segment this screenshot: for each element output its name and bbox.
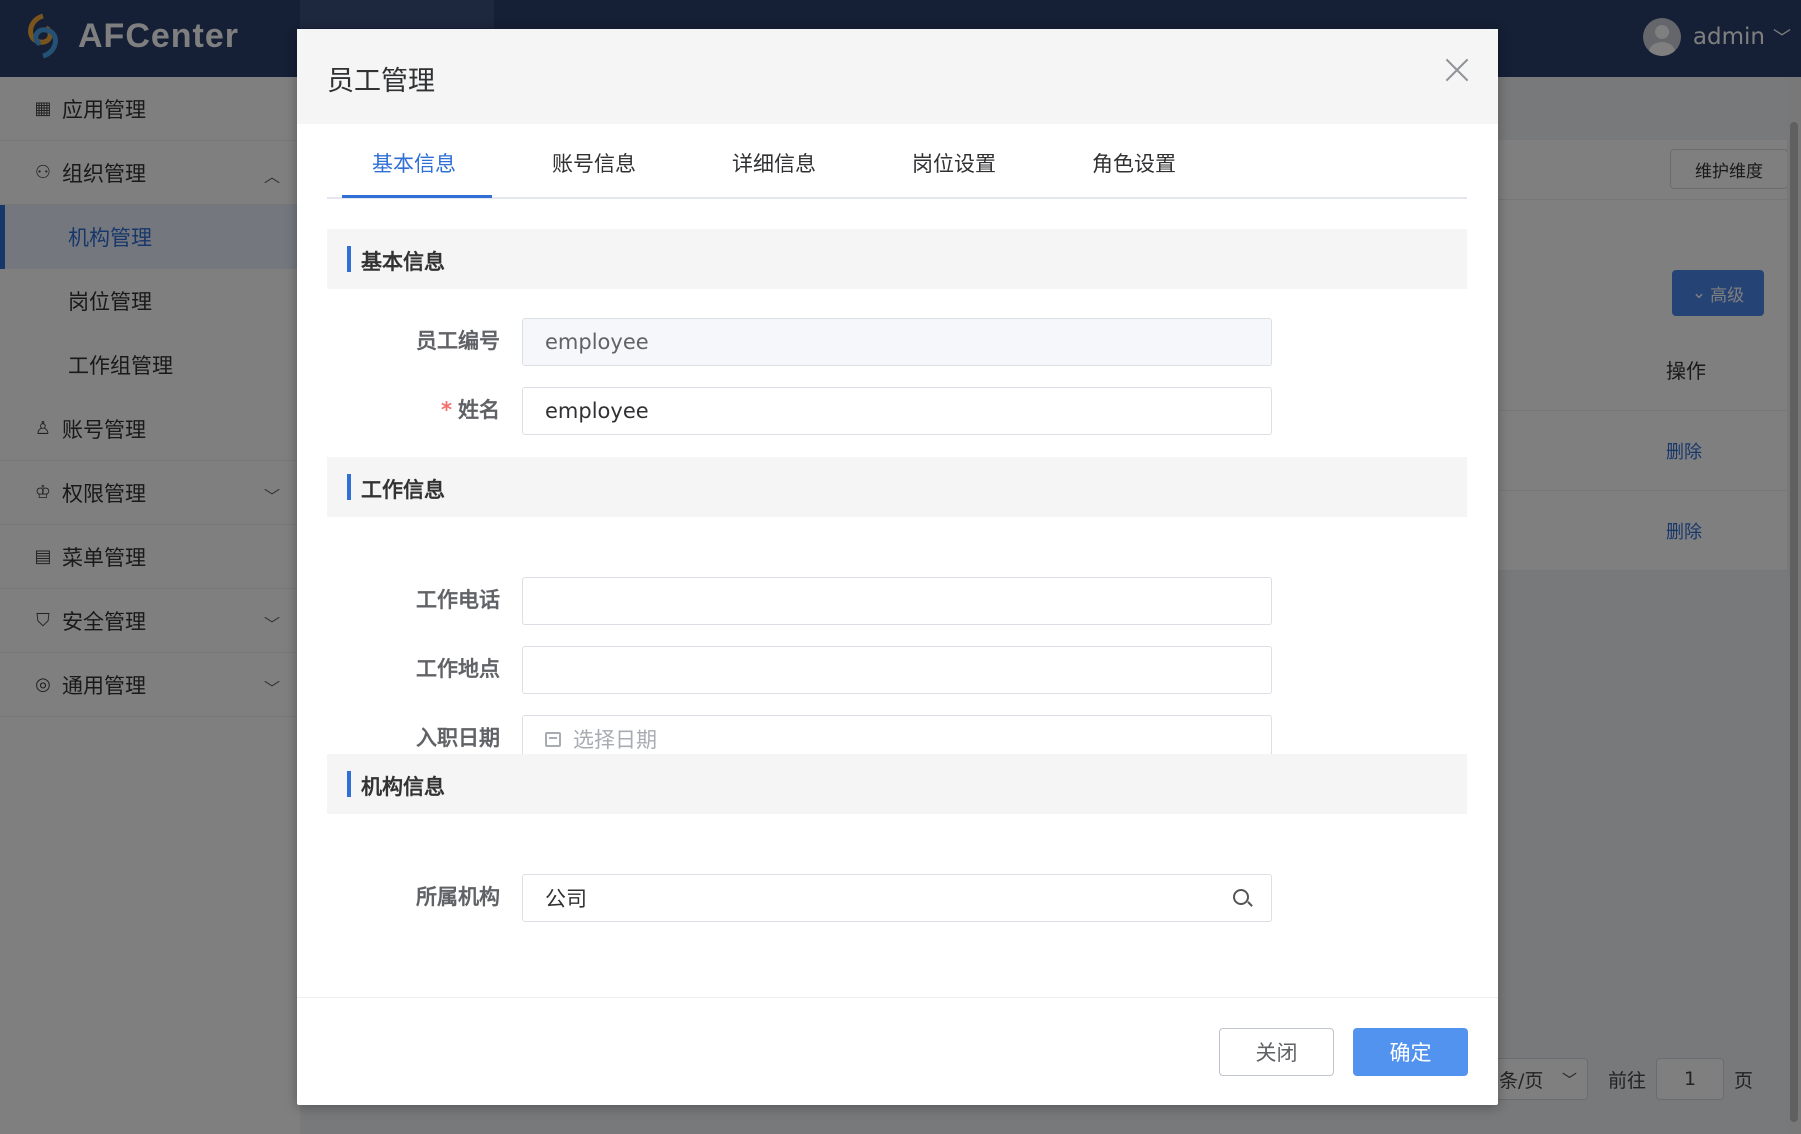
search-icon[interactable] [1233, 889, 1249, 905]
required-mark: * [441, 398, 452, 422]
close-button[interactable]: 关闭 [1219, 1028, 1334, 1076]
close-icon[interactable] [1444, 57, 1470, 83]
tab-account-info[interactable]: 账号信息 [552, 148, 636, 178]
employee-no-value: employee [545, 330, 649, 354]
org-label: 所属机构 [416, 885, 500, 909]
work-phone-label: 工作电话 [416, 588, 500, 612]
section-title: 基本信息 [361, 250, 445, 274]
dialog-tabs: 基本信息 账号信息 详细信息 岗位设置 角色设置 [327, 124, 1467, 199]
name-label: * 姓名 [320, 394, 500, 424]
calendar-icon [545, 731, 561, 747]
work-location-label: 工作地点 [416, 657, 500, 681]
active-tab-indicator [342, 195, 492, 198]
name-label-text: 姓名 [458, 398, 500, 422]
employee-no-label: 员工编号 [416, 329, 500, 353]
tab-detail-info[interactable]: 详细信息 [732, 148, 816, 178]
section-accent-bar [347, 771, 351, 797]
employee-no-input[interactable]: employee [522, 318, 1272, 366]
section-basic-info: 基本信息 [327, 229, 1467, 289]
section-title: 工作信息 [361, 478, 445, 502]
work-phone-input[interactable] [522, 577, 1272, 625]
section-accent-bar [347, 474, 351, 500]
name-input[interactable]: employee [522, 387, 1272, 435]
hire-date-placeholder: 选择日期 [573, 728, 657, 752]
hire-date-label: 入职日期 [416, 726, 500, 750]
section-title: 机构信息 [361, 775, 445, 799]
section-org-info: 机构信息 [327, 754, 1467, 814]
org-input[interactable]: 公司 [522, 874, 1272, 922]
section-accent-bar [347, 246, 351, 272]
name-value: employee [545, 399, 649, 423]
confirm-button[interactable]: 确定 [1353, 1028, 1468, 1076]
dialog-header: 员工管理 [297, 29, 1498, 124]
employee-dialog: 员工管理 基本信息 账号信息 详细信息 岗位设置 角色设置 基本信息 员工编号 … [297, 29, 1498, 1105]
work-location-input[interactable] [522, 646, 1272, 694]
tab-position-settings[interactable]: 岗位设置 [912, 148, 996, 178]
tab-basic-info[interactable]: 基本信息 [372, 148, 456, 178]
org-value: 公司 [545, 887, 587, 911]
dialog-title: 员工管理 [327, 66, 435, 97]
tab-role-settings[interactable]: 角色设置 [1092, 148, 1176, 178]
dialog-footer: 关闭 确定 [297, 997, 1498, 1105]
section-work-info: 工作信息 [327, 457, 1467, 517]
